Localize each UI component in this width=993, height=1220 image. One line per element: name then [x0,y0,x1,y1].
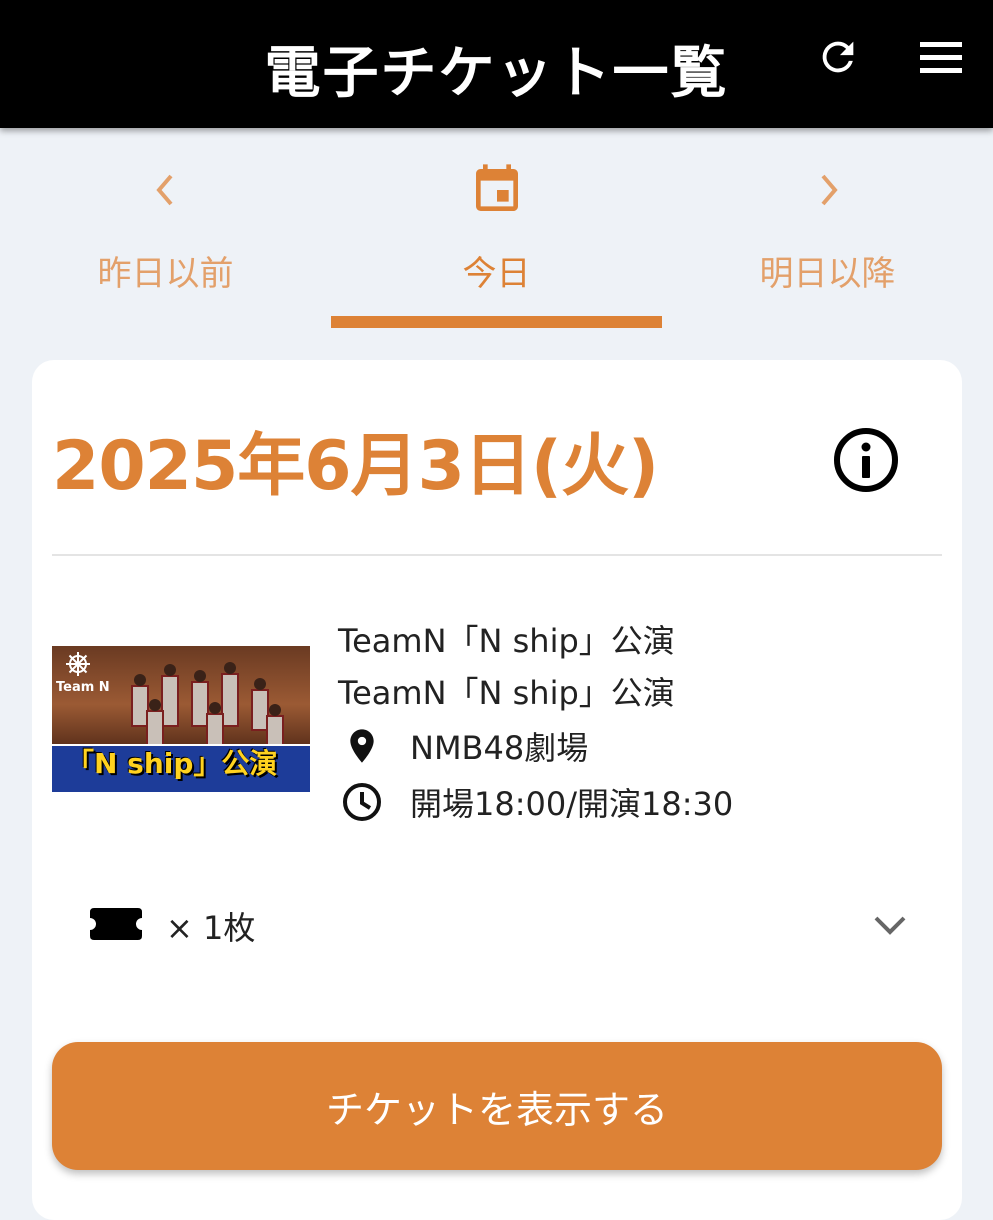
stage-performers-image [131,662,284,753]
event-thumbnail: Team N 「N ship」公演 [52,646,310,792]
tab-past-label: 昨日以前 [97,254,234,294]
info-icon[interactable] [832,426,900,494]
tab-today[interactable]: 今日 [331,128,662,328]
location-pin-icon [338,722,386,770]
venue-name: NMB48劇場 [410,729,589,767]
team-logo-text: Team N [56,680,110,695]
ticket-icon [88,904,144,948]
show-ticket-button[interactable]: チケットを表示する [52,1042,942,1170]
chevron-down-icon[interactable] [870,908,910,944]
event-time: 開場18:00/開演18:30 [410,785,734,823]
hamburger-menu-icon[interactable] [918,38,964,78]
ship-wheel-icon [66,652,90,676]
divider [52,554,942,556]
chevron-left-icon [0,160,331,220]
clock-icon [338,778,386,826]
active-tab-indicator [331,316,662,328]
tab-future[interactable]: 明日以降 [662,128,993,328]
time-row: 開場18:00/開演18:30 [338,778,733,826]
refresh-icon[interactable] [815,34,861,80]
chevron-right-icon [662,160,993,220]
ticket-card: 2025年6月3日(火) Team N 「N ship」公演 TeamN「N s… [32,360,962,1220]
tab-past[interactable]: 昨日以前 [0,128,331,328]
event-title: TeamN「N ship」公演 [338,622,675,660]
ticket-count: × 1枚 [166,909,256,947]
app-header: 電子チケット一覧 [0,0,993,128]
thumbnail-banner-text: 「N ship」公演 [66,747,278,780]
ticket-count-row: × 1枚 [88,896,255,956]
tab-future-label: 明日以降 [759,254,896,294]
venue-row: NMB48劇場 [338,722,588,770]
tab-today-label: 今日 [462,254,531,294]
event-subtitle: TeamN「N ship」公演 [338,674,675,712]
calendar-icon [331,160,662,220]
event-date: 2025年6月3日(火) [52,427,659,506]
date-tabs: 昨日以前 今日 明日以降 [0,128,993,328]
